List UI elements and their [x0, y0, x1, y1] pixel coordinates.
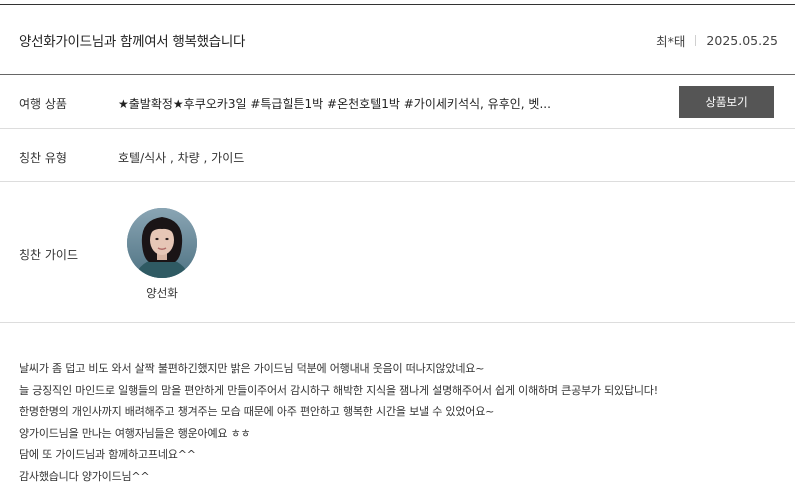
review-date: 2025.05.25	[706, 33, 778, 48]
review-line: 한명한명의 개인사까지 배려해주고 챙겨주는 모습 때문에 아주 편안하고 행복…	[19, 405, 495, 419]
meta-separator	[695, 35, 697, 46]
product-row: 여행 상품 ★출발확정★후쿠오카3일 #특급힐튼1박 #온천호텔1박 #가이세키…	[0, 75, 795, 129]
guide-label: 칭찬 가이드	[19, 248, 79, 262]
review-line: 양가이드님을 만나는 여행자님들은 행운아예요 ㅎㅎ	[19, 426, 251, 440]
review-meta: 최*태 2025.05.25	[656, 31, 778, 50]
guide-card: 양선화	[127, 208, 197, 301]
view-product-button[interactable]: 상품보기	[679, 86, 774, 118]
review-line: 날씨가 좀 덥고 비도 와서 살짝 불편하긴했지만 밝은 가이드님 덕분에 어행…	[19, 362, 485, 375]
review-detail: 양선화가이드님과 함께여서 행복했습니다 최*태 2025.05.25 여행 상…	[0, 0, 800, 491]
review-header: 양선화가이드님과 함께여서 행복했습니다 최*태 2025.05.25	[0, 5, 795, 74]
product-name[interactable]: ★출발확정★후쿠오카3일 #특급힐튼1박 #온천호텔1박 #가이세키석식, 유후…	[118, 95, 568, 112]
praise-type-row: 칭찬 유형 호텔/식사 , 차량 , 가이드	[0, 129, 795, 182]
praise-type-label: 칭찬 유형	[19, 151, 67, 165]
review-body: 날씨가 좀 덥고 비도 와서 살짝 불편하긴했지만 밝은 가이드님 덕분에 어행…	[19, 358, 789, 488]
guide-name: 양선화	[146, 286, 178, 300]
review-author: 최*태	[656, 34, 686, 49]
praise-type-value: 호텔/식사 , 차량 , 가이드	[118, 151, 245, 165]
review-title: 양선화가이드님과 함께여서 행복했습니다	[19, 34, 246, 50]
guide-row: 칭찬 가이드 양선화	[0, 182, 795, 323]
review-line: 담에 또 가이드님과 함께하고프네요^^	[19, 448, 196, 462]
product-label: 여행 상품	[19, 97, 67, 111]
guide-portrait-icon	[127, 208, 197, 278]
review-line: 감사했습니다 양가이드님^^	[19, 469, 150, 483]
guide-avatar	[127, 208, 197, 278]
review-line: 늘 긍징직인 마인드로 일행들의 맘을 편안하게 만들이주어서 감시하구 해박한…	[19, 383, 658, 397]
